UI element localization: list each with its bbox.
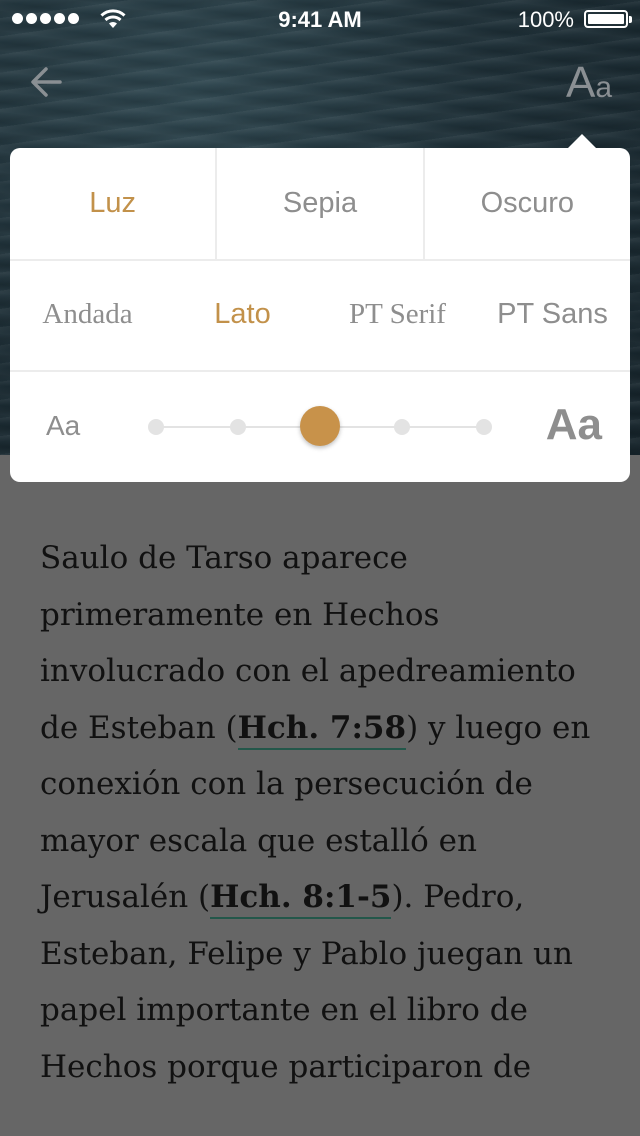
text-settings-label-large: A [565,58,596,107]
font-size-small-label: Aa [46,410,81,441]
article-body: Saulo de Tarso aparece primeramente en H… [40,530,620,1095]
popover-arrow [568,134,596,148]
font-option-andada[interactable]: Andada [10,259,165,370]
battery-icon [584,10,632,28]
font-option-lato[interactable]: Lato [165,259,320,370]
bible-reference-link[interactable]: Hch. 8:1-5 [210,879,392,919]
font-size-slider-thumb[interactable] [300,406,340,446]
font-size-slider-tick[interactable] [230,419,246,435]
theme-option-oscuro[interactable]: Oscuro [422,148,630,259]
bible-reference-link[interactable]: Hch. 7:58 [237,709,407,750]
theme-selector: Luz Sepia Oscuro [10,148,630,261]
theme-option-sepia[interactable]: Sepia [215,148,422,259]
battery-percentage: 100% [517,7,574,32]
font-size-slider[interactable] [148,406,492,446]
font-option-pt-serif[interactable]: PT Serif [320,259,475,370]
font-size-large-label: Aa [545,400,602,449]
text-settings-label-small: a [595,71,612,104]
font-size-slider-tick[interactable] [476,419,492,435]
theme-option-luz[interactable]: Luz [10,148,215,259]
font-size-slider-tick[interactable] [394,419,410,435]
status-bar: 9:41 AM 100% [0,0,640,40]
font-option-pt-sans[interactable]: PT Sans [475,259,630,370]
text-settings-button[interactable]: Aa [566,58,612,108]
reading-settings-popover: Luz Sepia Oscuro Andada Lato PT Serif PT… [10,134,630,482]
font-size-slider-tick[interactable] [148,419,164,435]
font-selector: Andada Lato PT Serif PT Sans [10,259,630,372]
font-size-control: Aa Aa [10,372,630,482]
back-arrow-icon[interactable] [26,60,70,104]
